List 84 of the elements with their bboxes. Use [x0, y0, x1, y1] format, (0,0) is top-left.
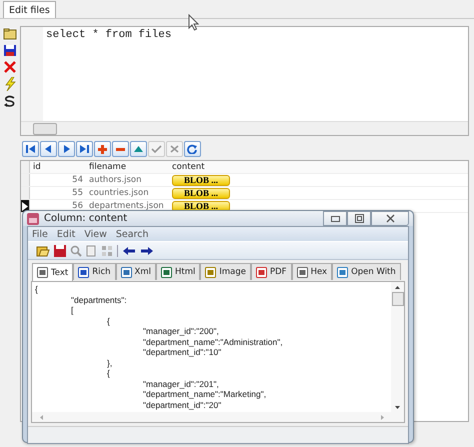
view-tab[interactable]: Rich [73, 263, 116, 280]
blob-button[interactable]: BLOB ... [172, 174, 230, 186]
last-record-icon [79, 144, 90, 154]
view-tab[interactable]: Xml [116, 263, 156, 280]
text-viewer[interactable]: { "departments": [ { "manager_id":"200", "department_name":"Administration", "department_id":"10" }, { "manager_id":"201", "department_name":"Marketing", "department_id":"20" [31, 281, 405, 423]
up-triangle-icon [133, 144, 144, 154]
column-header[interactable]: id [30, 162, 86, 172]
plus-icon [97, 144, 108, 154]
tab-icon [337, 266, 348, 278]
up-triangle-button[interactable] [130, 141, 147, 157]
view-tab[interactable]: Hex [292, 263, 332, 280]
table-cell-text: 55 [71, 188, 84, 198]
menu-item[interactable]: View [84, 228, 107, 240]
app-icon [27, 212, 39, 224]
folder-icon[interactable] [3, 28, 17, 40]
first-record-button[interactable] [22, 141, 39, 157]
open-folder-icon[interactable] [36, 244, 50, 256]
table-cell-text: 56 [71, 201, 84, 211]
table-cell-text: departments.json [88, 201, 165, 211]
table-cell-text: countries.json [88, 188, 150, 198]
sql-editor[interactable]: select * from files [20, 26, 469, 136]
last-record-button[interactable] [76, 141, 93, 157]
menu-item[interactable]: Search [116, 228, 148, 240]
horizontal-scrollbar[interactable] [32, 412, 404, 422]
mouse-pointer-icon [188, 14, 199, 31]
refresh-icon [187, 144, 198, 154]
sql-query-text: select * from files [45, 28, 172, 43]
table-cell-text: 54 [71, 175, 84, 185]
tab-icon [37, 267, 48, 278]
close-icon [386, 214, 394, 223]
tab-icon [120, 266, 132, 278]
view-tab[interactable]: Open With [332, 263, 401, 280]
maximize-icon [354, 214, 364, 223]
scroll-up-icon [395, 286, 400, 289]
first-record-icon [25, 144, 36, 154]
minus-button[interactable] [112, 141, 129, 157]
view-tab[interactable]: Html [156, 263, 200, 280]
horizontal-scrollbar[interactable] [21, 121, 468, 135]
column-header[interactable]: content [170, 162, 236, 172]
close-icon [169, 144, 180, 154]
close-button[interactable] [371, 211, 409, 226]
table-cell-text: authors.json [88, 175, 143, 185]
next-icon [61, 144, 72, 154]
lightning-icon[interactable] [4, 77, 16, 91]
s-arrow-icon[interactable] [3, 95, 17, 108]
view-tab[interactable]: PDF [251, 263, 292, 280]
row-indicator[interactable] [21, 200, 30, 212]
blob-button[interactable]: BLOB ... [172, 188, 230, 198]
forward-arrow-icon[interactable] [140, 246, 154, 256]
next-button[interactable] [58, 141, 75, 157]
minimize-icon [330, 216, 340, 222]
page-icon[interactable] [86, 244, 97, 256]
refresh-button[interactable] [184, 141, 201, 157]
previous-button[interactable] [40, 141, 57, 157]
scrollbar-thumb[interactable] [392, 292, 404, 306]
tab-icon [161, 266, 172, 278]
tab-icon [296, 266, 308, 278]
search-icon[interactable] [70, 244, 82, 256]
tab-icon [78, 266, 90, 278]
window-title: Column: content [44, 213, 128, 224]
minimize-button[interactable] [323, 211, 347, 226]
json-text: { "departments": [ { "manager_id":"200", "department_name":"Administration", "department_id":"10" }, { "manager_id":"201", "department_name":"Marketing", "department_id":"20" [34, 283, 284, 412]
checkmark-icon [151, 144, 162, 154]
tab-icon [256, 266, 267, 278]
column-header[interactable]: filename [86, 162, 170, 172]
plus-button[interactable] [94, 141, 111, 157]
vertical-scrollbar[interactable] [391, 282, 404, 412]
scroll-left-icon [40, 414, 43, 420]
maximize-button[interactable] [347, 211, 371, 226]
menu-item[interactable]: Edit [56, 228, 76, 240]
close-icon[interactable] [4, 61, 16, 73]
menu-item[interactable]: File [32, 228, 48, 240]
tab-icon [205, 266, 216, 278]
view-tab[interactable]: Image [200, 263, 251, 280]
scroll-down-icon [395, 406, 400, 409]
scroll-right-icon [381, 414, 384, 420]
blob-button[interactable]: BLOB ... [172, 200, 230, 212]
edit-files-tab[interactable]: Edit files [3, 1, 56, 18]
scrollbar-thumb[interactable] [33, 122, 57, 134]
previous-icon [43, 144, 54, 154]
save-icon[interactable] [54, 244, 66, 256]
back-arrow-icon[interactable] [122, 246, 136, 256]
view-tab[interactable]: Text [32, 263, 74, 281]
save-icon[interactable] [3, 44, 17, 57]
